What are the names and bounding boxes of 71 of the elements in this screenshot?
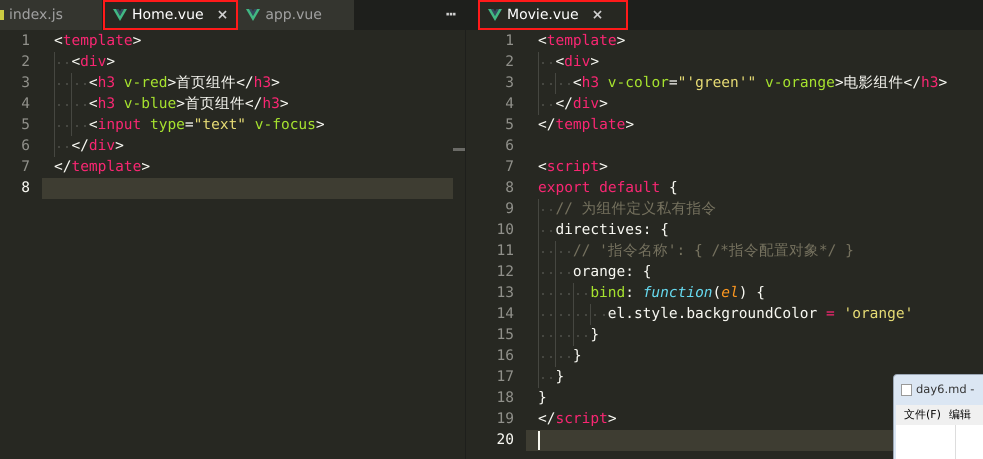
line-number: 8 [504,178,515,198]
line-number: 3 [20,74,31,93]
text-file-icon [901,384,912,396]
code-line: <input type="text" v-focus> [42,115,325,136]
code-line: <div> [42,52,116,73]
line-number: 12 [496,262,515,282]
code-line: } [526,367,564,388]
editor-tab[interactable]: Home.vue × [103,0,238,30]
line-number: 19 [496,410,515,429]
code-line: <script> [537,158,608,177]
line-number: 11 [496,242,515,261]
line-number: 17 [496,368,515,387]
line-number: 6 [504,136,515,156]
line-number: 8 [20,178,31,198]
code-line: <h3 v-blue>首页组件</h3> [42,94,289,115]
line-number: 10 [496,220,515,240]
line-number: 13 [496,284,515,303]
close-button[interactable]: × [216,4,228,26]
code-line: } [526,346,582,367]
tab-label: app.vue [265,6,322,24]
code-line: <template> [537,32,626,51]
code-line: <div> [526,52,600,73]
code-line: el.style.backgroundColor = 'orange' [526,304,914,325]
line-number: 5 [20,116,31,135]
line-number: 20 [496,430,515,450]
close-button[interactable]: × [592,4,604,26]
more-actions-button[interactable]: ··· [445,4,465,26]
line-number: 3 [504,74,515,93]
vue-logo-icon [113,9,127,21]
line-number: 14 [496,304,515,324]
line-number: 1 [20,32,31,51]
line-number: 4 [504,94,515,114]
code-line: // 为组件定义私有指令 [526,199,717,220]
vue-logo-icon [246,9,260,21]
editor-tab[interactable]: Movie.vue × [478,0,628,30]
editor-tab[interactable]: app.vue [238,0,356,30]
menu-item[interactable]: 文件(F) [904,406,941,424]
line-number: 1 [504,32,515,51]
line-number: 5 [504,116,515,135]
code-line: bind: function(el) { [526,283,765,304]
menu-item[interactable]: 编辑 [948,406,971,424]
line-number: 18 [496,388,515,408]
code-line: <h3 v-red>首页组件</h3> [42,73,280,94]
code-line: </div> [526,94,608,115]
code-line: directives: { [526,220,669,241]
line-number: 16 [496,346,515,366]
line-number: 6 [20,136,31,156]
code-line: <h3 v-color="'green'" v-orange>电影组件</h3> [526,73,948,94]
window-title: day6.md - [916,381,974,398]
editor-tab[interactable]: index.js [0,0,103,30]
code-line: </template> [537,116,634,135]
code-line: // '指令名称': { /*指令配置对象*/ } [526,241,854,262]
line-number: 15 [496,326,515,345]
line-number: 9 [504,200,515,219]
line-number: 4 [20,94,31,114]
code-line: } [537,388,547,408]
code-line: </div> [42,136,124,157]
tab-label: index.js [9,6,63,24]
code-line: orange: { [526,262,652,283]
code-line: export default { [537,178,678,198]
code-line: } [526,325,600,346]
line-number: 7 [20,158,31,177]
code-line: <template> [53,32,142,51]
line-number: 7 [504,158,515,177]
line-number: 2 [504,52,515,72]
code-line: </template> [53,158,150,177]
tab-label: Home.vue [132,6,204,24]
vue-logo-icon [488,9,502,21]
tab-label: Movie.vue [507,6,579,24]
line-number: 2 [20,52,31,72]
code-line: </script> [537,410,617,429]
